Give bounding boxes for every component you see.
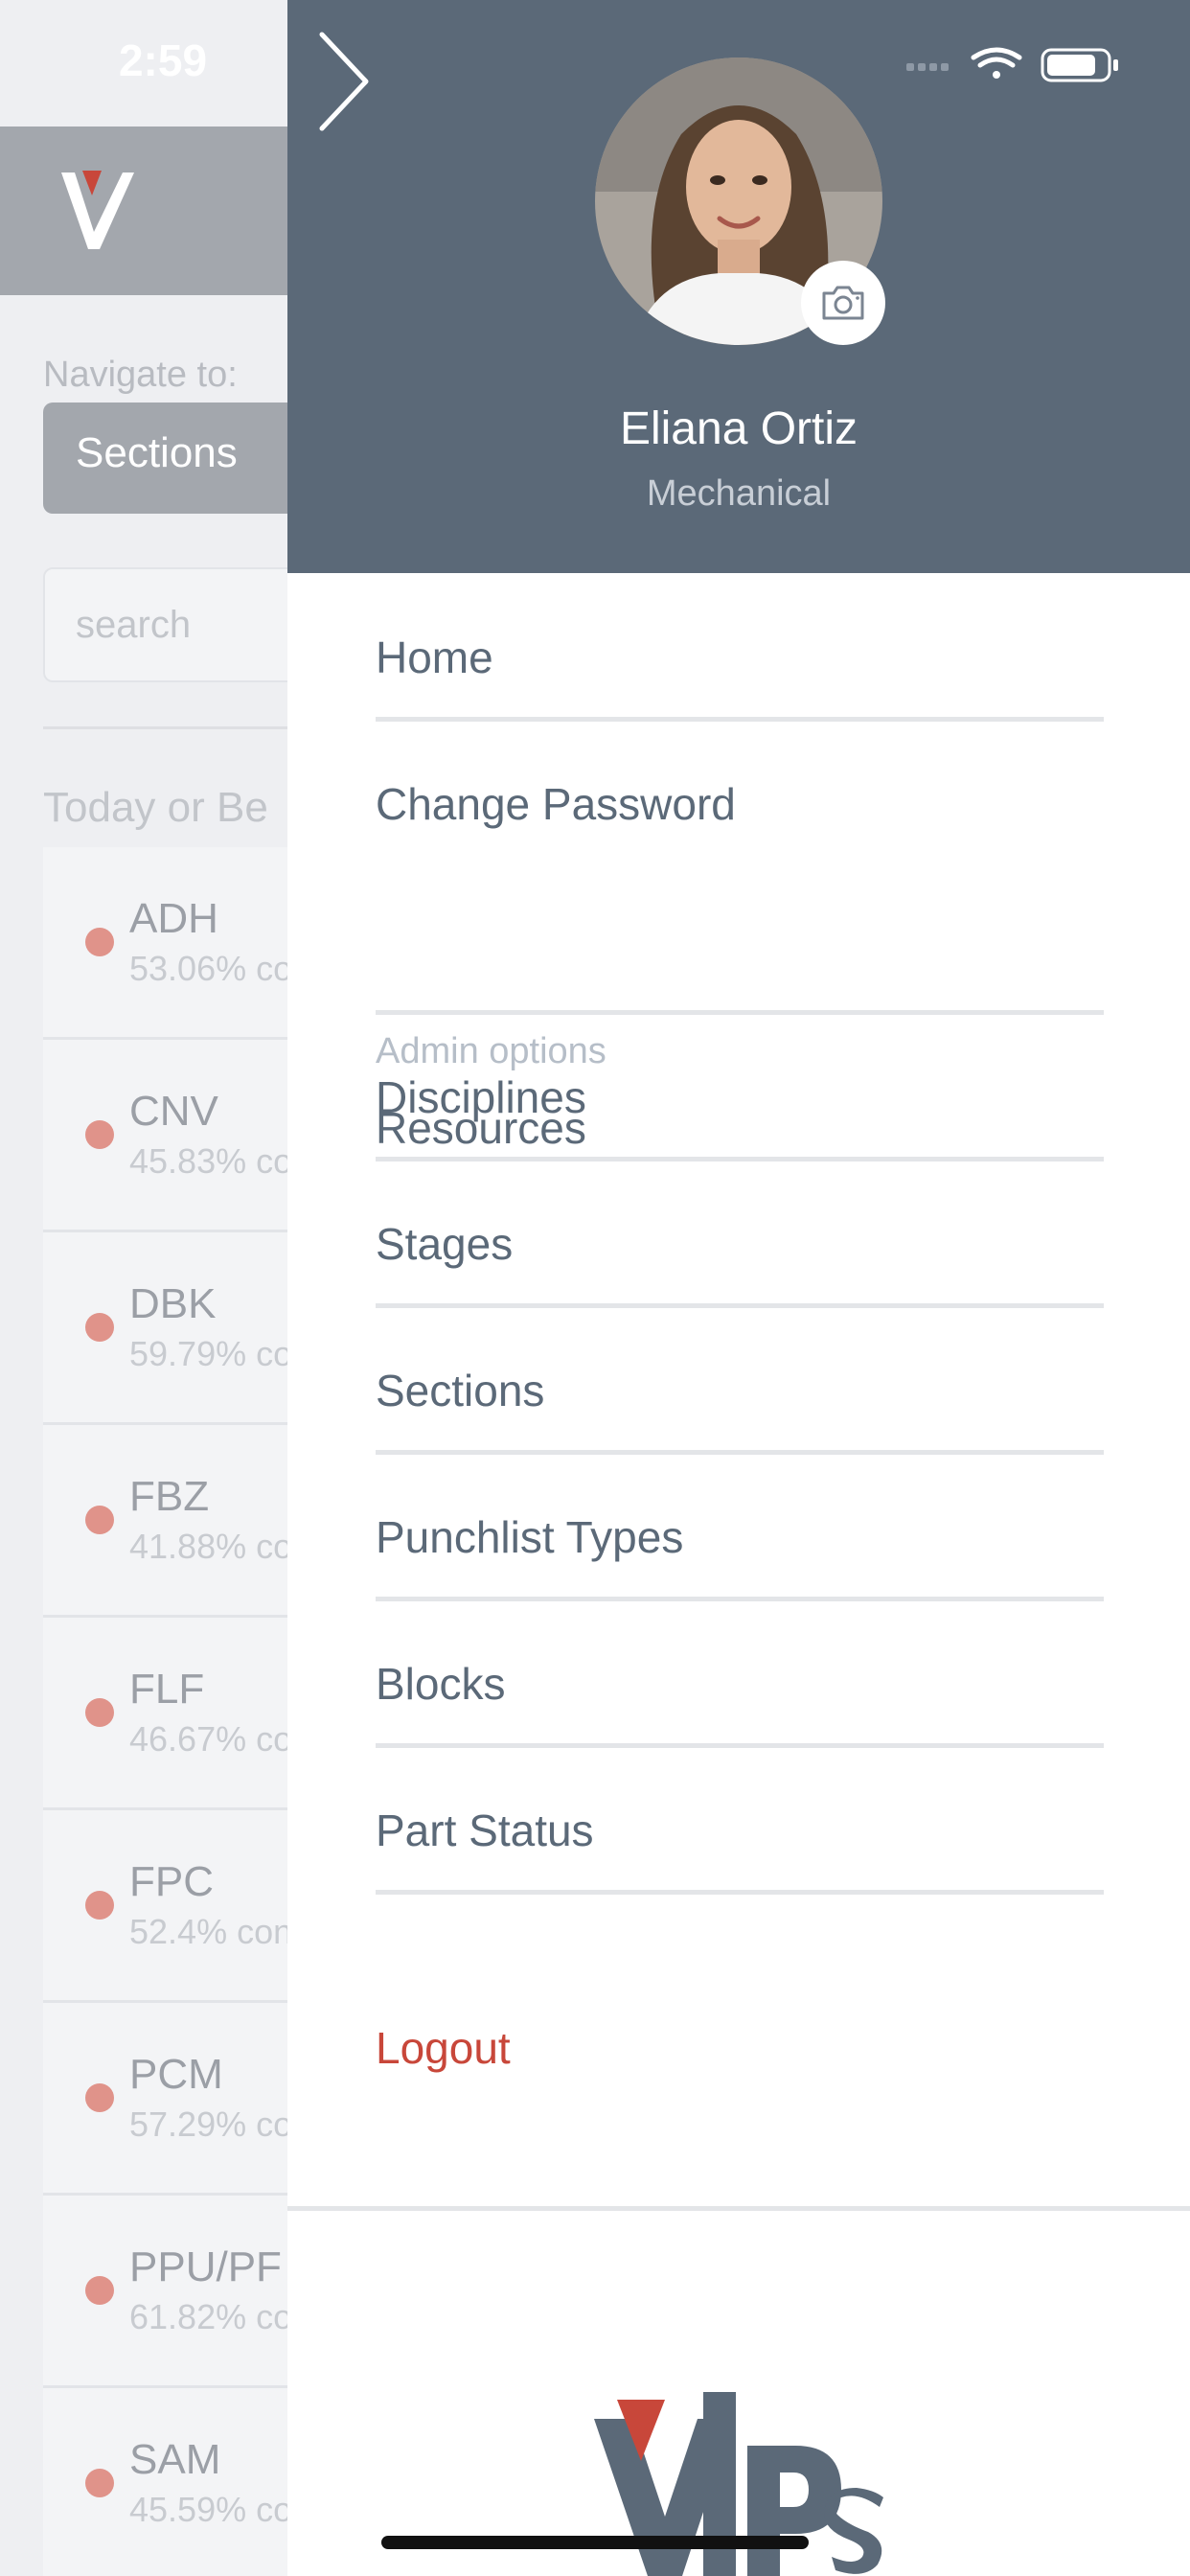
signal-icon [906, 63, 949, 71]
search-input[interactable]: search [43, 567, 311, 682]
item-percent: 41.88% co [129, 1527, 293, 1566]
user-name: Eliana Ortiz [619, 403, 858, 454]
menu-group-password-resources: Change Password Admin options Resources [376, 722, 1104, 1150]
menu-item-sections[interactable]: Sections [376, 1308, 1104, 1455]
menu-item-label: Stages [376, 1219, 514, 1269]
menu-item-label: Blocks [376, 1659, 506, 1709]
app-logo-icon [61, 171, 134, 249]
item-percent: 45.59% co [129, 2490, 293, 2529]
status-dot [85, 1313, 114, 1342]
status-dot [85, 928, 114, 956]
item-percent: 52.4% con [129, 1912, 293, 1951]
item-percent: 53.06% co [129, 949, 293, 988]
item-code: DBK [129, 1280, 217, 1327]
list-item[interactable]: CNV 45.83% co [43, 1040, 292, 1232]
status-icons [906, 47, 1118, 82]
list-item[interactable]: FLF 46.67% co [43, 1618, 292, 1810]
app-header [0, 126, 287, 295]
item-code: PCM [129, 2051, 223, 2098]
menu-item-label: Sections [376, 1366, 545, 1415]
drawer-header: Eliana Ortiz Mechanical [287, 0, 1190, 573]
status-dot [85, 1120, 114, 1149]
section-list: ADH 53.06% co CNV 45.83% co DBK 59.79% c… [43, 847, 292, 2576]
menu-item-label: Punchlist Types [376, 1512, 684, 1562]
list-item[interactable]: ADH 53.06% co [43, 847, 292, 1040]
menu-item-part-status[interactable]: Part Status [376, 1748, 1104, 1895]
drawer-menu: Home Change Password Admin options Resou… [376, 575, 1104, 1895]
wifi-icon [971, 47, 1022, 79]
camera-icon [822, 286, 864, 320]
divider [287, 2206, 1190, 2211]
logout-button[interactable]: Logout [376, 2022, 511, 2074]
status-dot [85, 2083, 114, 2112]
item-code: FLF [129, 1666, 205, 1713]
battery-icon [1041, 48, 1118, 82]
navigate-label: Navigate to: [43, 355, 238, 395]
menu-item-blocks[interactable]: Blocks [376, 1601, 1104, 1748]
item-code: ADH [129, 895, 218, 942]
list-item[interactable]: FBZ 41.88% co [43, 1425, 292, 1618]
list-item[interactable]: PCM 57.29% co [43, 2003, 292, 2196]
menu-item-home[interactable]: Home [376, 575, 1104, 722]
menu-item-label: Disciplines [376, 1072, 586, 1122]
section-header: Today or Be [43, 784, 268, 831]
status-dot [85, 1698, 114, 1727]
status-dot [85, 2276, 114, 2305]
menu-item-label: Home [376, 632, 493, 682]
status-dot [85, 1506, 114, 1534]
menu-item-disciplines[interactable]: Disciplines [376, 1015, 1104, 1162]
item-code: FBZ [129, 1473, 210, 1520]
status-time: 2:59 [118, 35, 208, 85]
item-percent: 57.29% co [129, 2104, 293, 2144]
item-percent: 45.83% co [129, 1141, 293, 1181]
item-code: SAM [129, 2436, 221, 2483]
change-photo-button[interactable] [801, 261, 885, 345]
item-code: CNV [129, 1088, 218, 1135]
menu-item-label: Part Status [376, 1806, 594, 1855]
item-percent: 46.67% co [129, 1719, 293, 1759]
status-dot [85, 2469, 114, 2497]
item-percent: 61.82% co [129, 2297, 293, 2336]
item-code: PPU/PF [129, 2243, 282, 2290]
user-role: Mechanical [646, 473, 832, 514]
list-item[interactable]: DBK 59.79% co [43, 1232, 292, 1425]
list-item[interactable]: PPU/PF 61.82% co [43, 2196, 292, 2388]
navigate-select[interactable]: Sections [43, 402, 311, 514]
status-dot [85, 1891, 114, 1920]
list-item[interactable]: SAM 45.59% co [43, 2388, 292, 2576]
menu-item-stages[interactable]: Stages [376, 1162, 1104, 1308]
side-drawer: Eliana Ortiz Mechanical Home Change Pass… [287, 0, 1190, 2576]
item-code: FPC [129, 1858, 214, 1905]
chevron-right-icon[interactable] [316, 29, 374, 134]
menu-item-change-password[interactable]: Change Password [376, 782, 736, 826]
home-indicator [381, 2536, 809, 2549]
list-item[interactable]: FPC 52.4% con [43, 1810, 292, 2003]
divider [43, 726, 292, 729]
item-percent: 59.79% co [129, 1334, 293, 1373]
menu-item-punchlist-types[interactable]: Punchlist Types [376, 1455, 1104, 1601]
